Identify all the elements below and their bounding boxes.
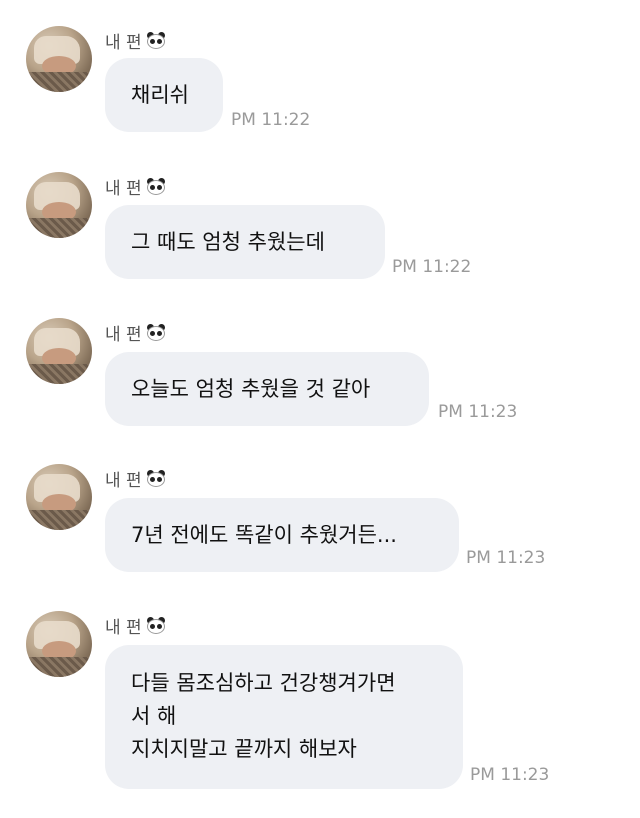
sender-name-row: 내 편: [105, 28, 166, 53]
message-bubble[interactable]: 다들 몸조심하고 건강챙겨가면 서 해 지치지말고 끝까지 해보자: [105, 645, 463, 789]
avatar[interactable]: [26, 26, 92, 92]
avatar[interactable]: [26, 318, 92, 384]
message-time: PM 11:23: [470, 765, 550, 785]
panda-icon: [146, 177, 166, 196]
panda-icon: [146, 469, 166, 488]
message-bubble[interactable]: 7년 전에도 똑같이 추웠거든...: [105, 498, 459, 572]
sender-name-row: 내 편: [105, 613, 166, 638]
sender-name: 내 편: [105, 33, 142, 53]
sender-name: 내 편: [105, 618, 142, 638]
sender-name-row: 내 편: [105, 466, 166, 491]
message-time: PM 11:23: [466, 548, 546, 568]
message-time: PM 11:23: [438, 402, 518, 422]
message-bubble[interactable]: 그 때도 엄청 추웠는데: [105, 205, 385, 279]
message-bubble[interactable]: 오늘도 엄청 추웠을 것 같아: [105, 352, 429, 426]
panda-icon: [146, 31, 166, 50]
sender-name-row: 내 편: [105, 320, 166, 345]
panda-icon: [146, 323, 166, 342]
message-time: PM 11:22: [231, 110, 311, 130]
avatar[interactable]: [26, 172, 92, 238]
sender-name: 내 편: [105, 179, 142, 199]
sender-name-row: 내 편: [105, 174, 166, 199]
sender-name: 내 편: [105, 471, 142, 491]
chat-thread: 내 편 채리쉬 PM 11:22 내 편 그 때도 엄청 추웠는데 PM 11:…: [0, 0, 640, 818]
message-bubble[interactable]: 채리쉬: [105, 58, 223, 132]
avatar[interactable]: [26, 464, 92, 530]
sender-name: 내 편: [105, 325, 142, 345]
avatar[interactable]: [26, 611, 92, 677]
panda-icon: [146, 616, 166, 635]
message-time: PM 11:22: [392, 257, 472, 277]
